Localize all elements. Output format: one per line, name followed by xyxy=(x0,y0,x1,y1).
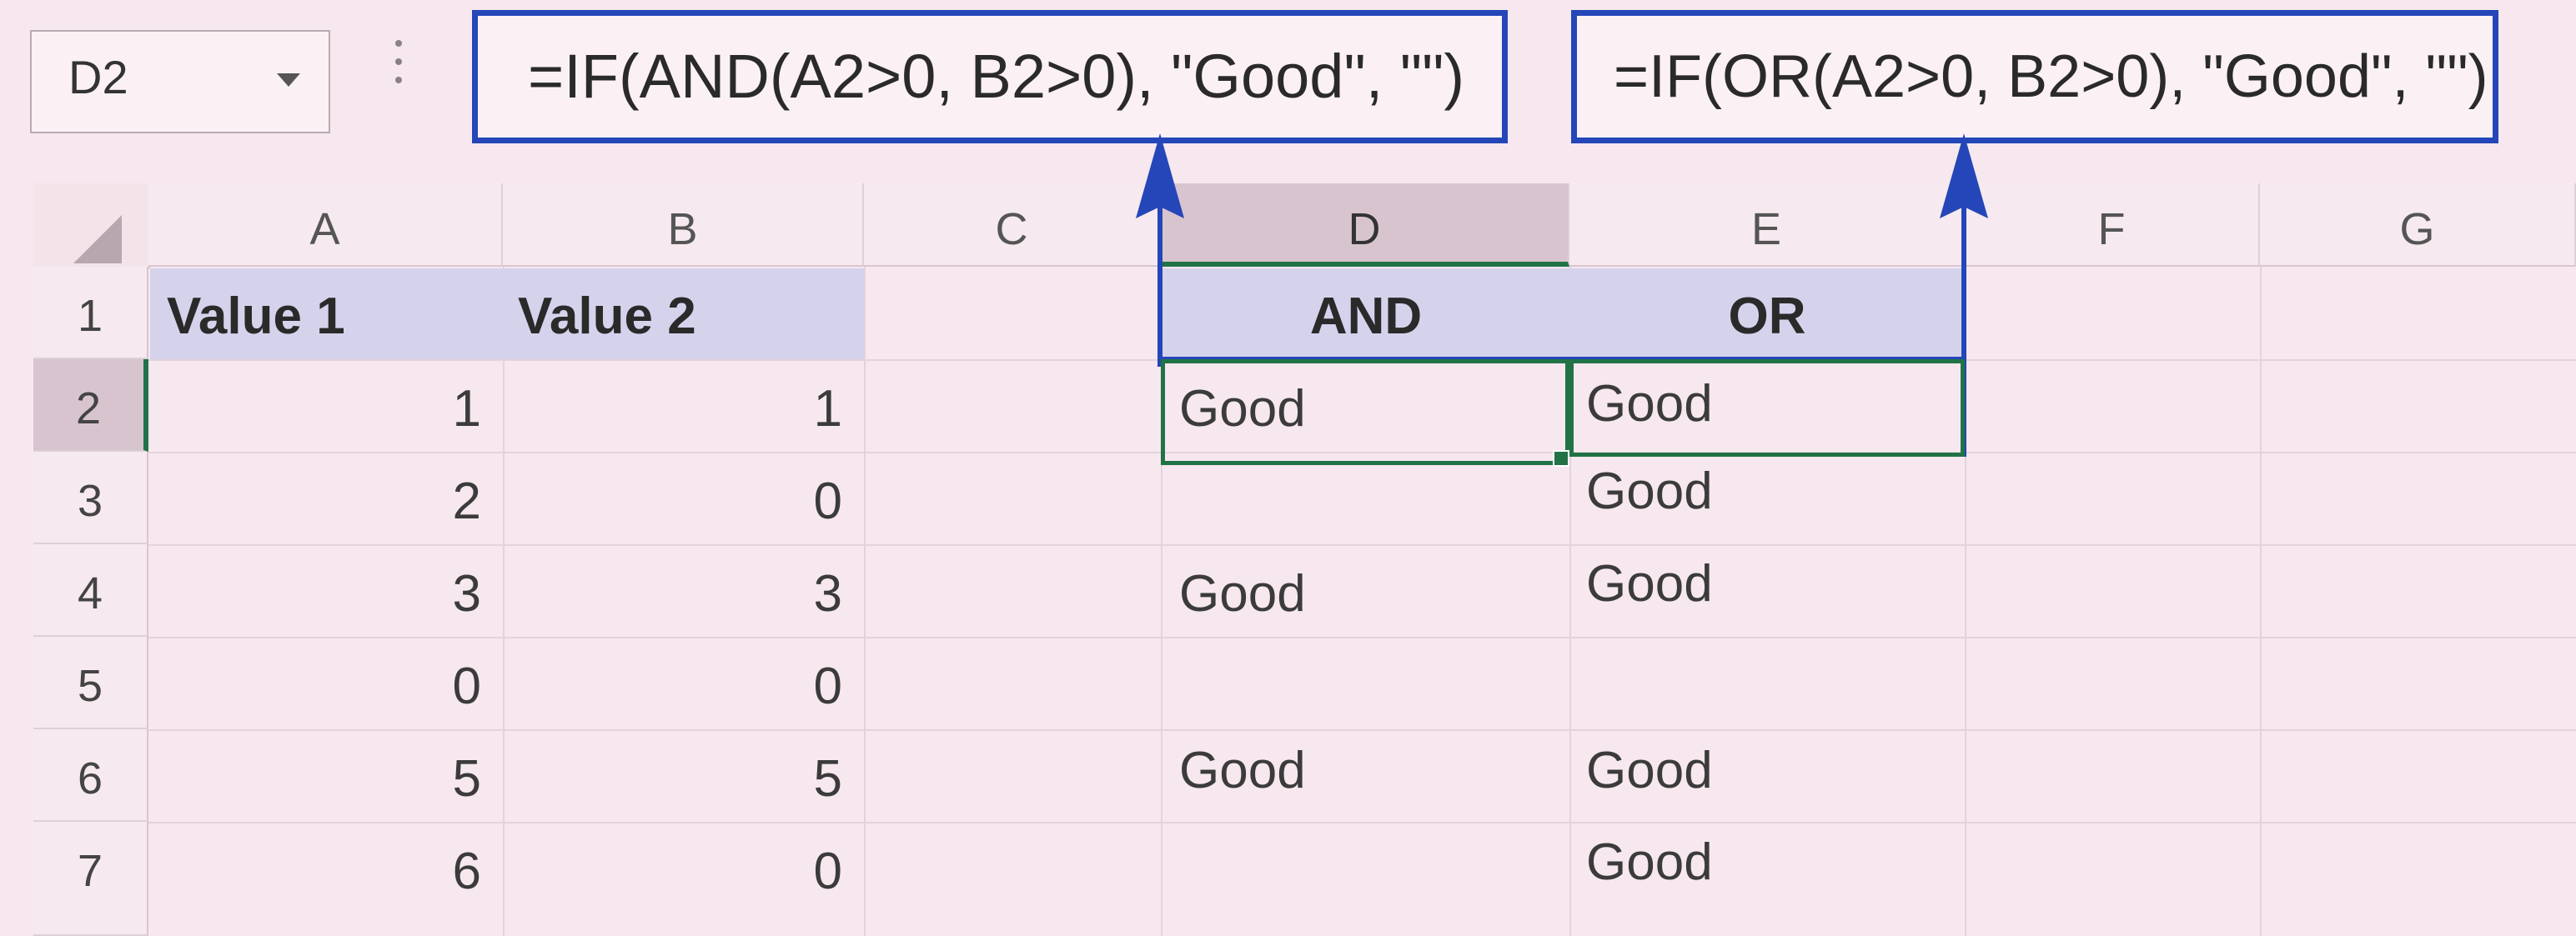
arrow-up-icon xyxy=(1136,133,1184,218)
annotation-arrows xyxy=(1136,133,1988,275)
arrow-up-icon xyxy=(1940,133,1988,275)
